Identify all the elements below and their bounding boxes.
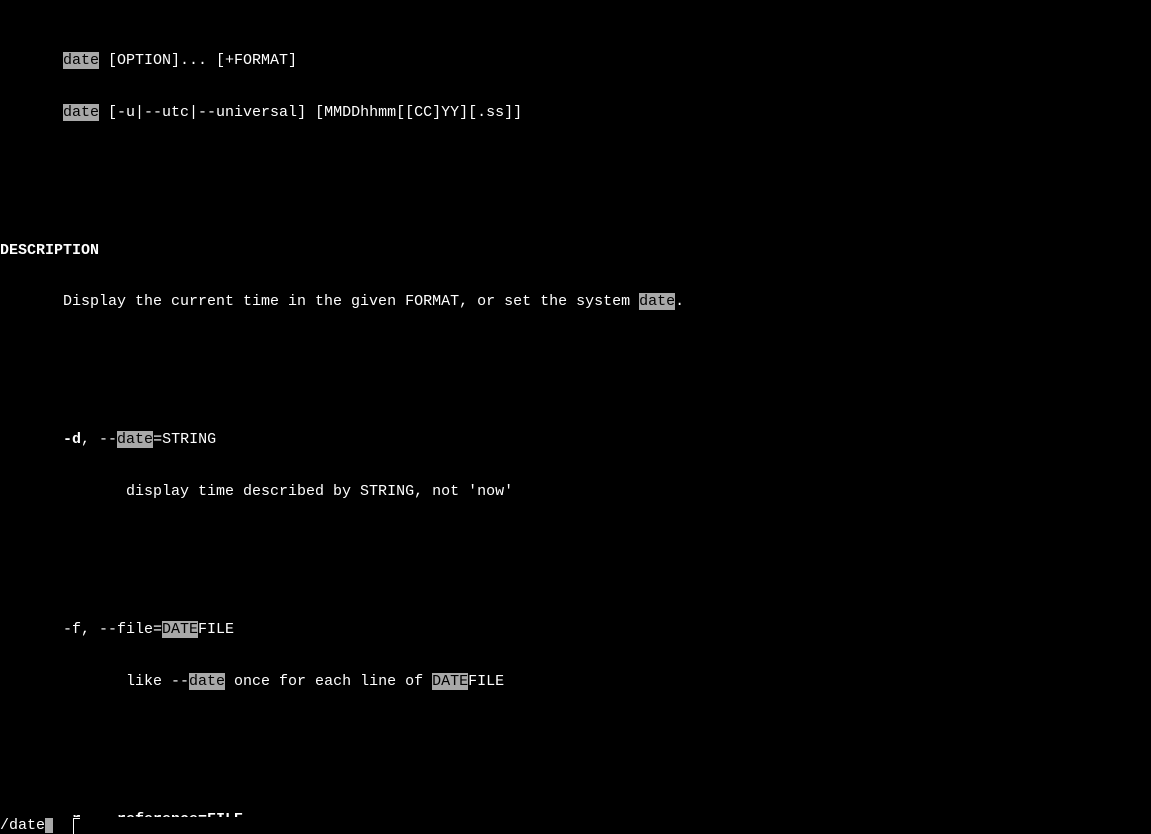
option-f-desc: like --date once for each line of DATEFI…: [0, 673, 1151, 690]
man-page-content: date [OPTION]... [+FORMAT] date [-u|--ut…: [0, 0, 1151, 834]
cmd-highlight: date: [63, 104, 99, 121]
cmd-highlight: date: [63, 52, 99, 69]
text-caret-icon: [73, 818, 80, 834]
description-intro: Display the current time in the given FO…: [0, 293, 1151, 310]
synopsis-line-2: date [-u|--utc|--universal] [MMDDhhmm[[C…: [0, 104, 1151, 121]
search-prompt: /date: [0, 817, 45, 834]
option-f: -f, --file=DATEFILE: [0, 621, 1151, 638]
pager-status-bar[interactable]: /date: [0, 817, 1151, 834]
cursor-icon: [45, 818, 53, 833]
section-heading-description: DESCRIPTION: [0, 242, 1151, 259]
terminal-screen[interactable]: date [OPTION]... [+FORMAT] date [-u|--ut…: [0, 0, 1151, 834]
synopsis-line-1: date [OPTION]... [+FORMAT]: [0, 52, 1151, 69]
option-d: -d, --date=STRING: [0, 431, 1151, 448]
option-d-desc: display time described by STRING, not 'n…: [0, 483, 1151, 500]
